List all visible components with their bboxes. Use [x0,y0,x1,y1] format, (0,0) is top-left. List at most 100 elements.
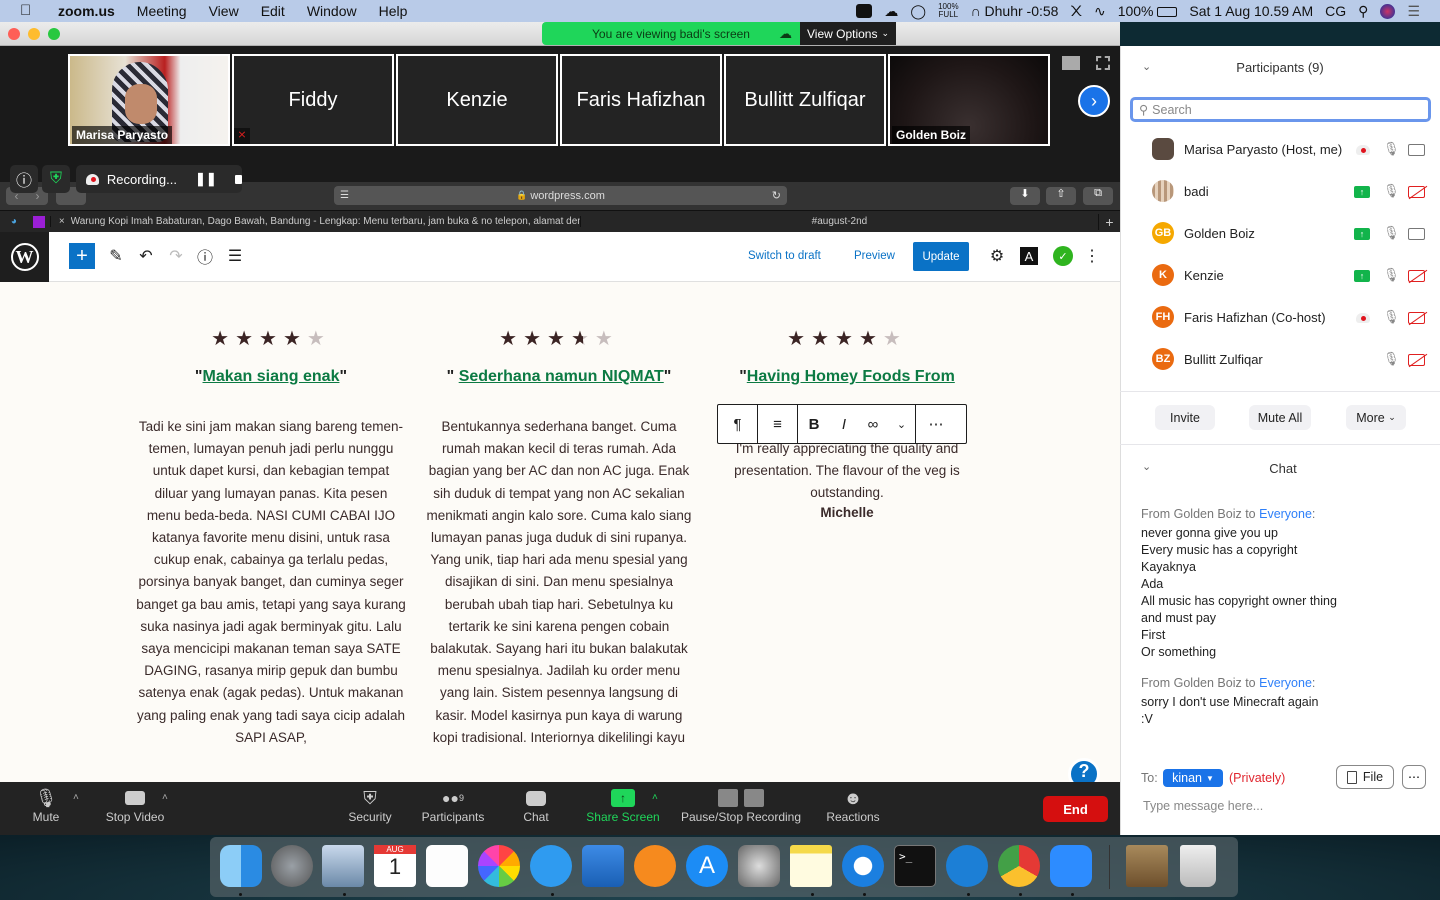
battery-app-icon[interactable]: ◯ [910,3,926,20]
review-body[interactable]: Bentukannya sederhana banget. Cuma rumah… [424,416,694,749]
menu-edit[interactable]: Edit [261,3,285,19]
redo-icon[interactable]: ↷ [166,243,186,269]
participants-button[interactable]: ●● 9 Participants [418,786,488,824]
clock[interactable]: Sat 1 Aug 10.59 AM [1189,3,1313,19]
prayer-time[interactable]: ∩ Dhuhr -0:58 [971,3,1059,19]
invite-button[interactable]: Invite [1155,405,1215,430]
edit-tool-icon[interactable]: ✎ [106,243,126,269]
menu-view[interactable]: View [209,3,239,19]
system-preferences-icon[interactable] [738,845,780,887]
downloads-icon[interactable]: ⬇ [1010,187,1040,205]
chat-button[interactable]: Chat [516,786,556,824]
tabs-overview-icon[interactable]: ⧉ [1083,187,1113,205]
chat-recipient-link[interactable]: Everyone [1259,676,1312,690]
update-button[interactable]: Update [913,242,969,271]
zoom-app-icon[interactable] [1050,845,1092,887]
file-button[interactable]: File [1336,765,1394,789]
user-initials[interactable]: CG [1325,3,1346,19]
review-body[interactable]: Tadi ke sini jam makan siang bareng teme… [136,416,406,749]
browser-tab-active[interactable]: × Warung Kopi Imah Babaturan, Dago Bawah… [49,216,580,227]
menu-window[interactable]: Window [307,3,357,19]
notification-center-icon[interactable]: ☰ [1407,3,1420,20]
participant-name[interactable]: Bullitt Zulfiqar [1184,352,1263,367]
review-author[interactable]: Michelle [712,505,982,520]
preview-button[interactable]: Preview [854,243,895,269]
share-options-chevron-icon[interactable]: ˄ [652,792,658,803]
preview-icon[interactable] [322,845,364,887]
reader-icon[interactable]: ☰ [340,190,349,201]
trash-icon[interactable] [1180,845,1216,887]
microphone-icon[interactable]: 🎙 [1383,141,1400,157]
next-page-arrow-button[interactable]: › [1078,85,1110,117]
video-camera-icon[interactable] [1408,144,1425,156]
participant-name[interactable]: Faris Hafizhan (Co-host) [1184,310,1326,325]
video-off-icon[interactable] [1408,270,1425,282]
pause-stop-recording-button[interactable]: Pause/Stop Recording [677,786,805,824]
share-icon[interactable]: ⇧ [1046,187,1076,205]
italic-button[interactable]: I [830,405,858,443]
fullscreen-icon[interactable] [1096,56,1110,70]
minimize-window-button[interactable] [28,28,40,40]
reload-icon[interactable]: ↻ [772,189,781,202]
chat-recipient-dropdown[interactable]: kinan ▼ [1163,769,1223,787]
chrome-icon[interactable] [998,845,1040,887]
list-view-icon[interactable]: ☰ [225,243,245,269]
new-tab-button[interactable]: + [1098,213,1120,230]
photos-icon[interactable] [478,845,520,887]
chat-recipient-link[interactable]: Everyone [1259,507,1312,521]
layout-toggle-icon[interactable] [1062,56,1080,70]
menu-app-name[interactable]: zoom.us [58,3,115,19]
siri-icon[interactable] [1380,3,1396,19]
review-title-link[interactable]: Having Homey Foods From [747,368,955,385]
pinned-tab-icon[interactable] [28,215,50,228]
participant-search-input[interactable]: ⚲ Search [1130,97,1431,122]
address-bar[interactable]: ☰ 🔒 wordpress.com ↻ [334,186,787,205]
more-rich-text-chevron-icon[interactable]: ⌄ [888,405,916,443]
close-window-button[interactable] [8,28,20,40]
zoom-status-icon[interactable] [856,4,873,18]
menu-help[interactable]: Help [379,3,408,19]
mute-button[interactable]: 🎙 Mute [30,786,62,825]
security-button[interactable]: ⛨ Security [342,786,398,825]
video-camera-icon[interactable] [1408,228,1425,240]
review-title-link[interactable]: Sederhana namun NIQMAT [459,368,664,385]
video-off-icon[interactable] [1408,186,1425,198]
mute-all-button[interactable]: Mute All [1249,405,1311,430]
video-tile-kenzie[interactable]: Kenzie [396,54,558,146]
terminal-icon[interactable]: >_ [894,845,936,887]
stop-video-button[interactable]: Stop Video [100,786,170,824]
pause-recording-icon[interactable]: ❚❚ [195,171,217,187]
microphone-icon[interactable]: 🎙 [1383,183,1400,199]
undo-icon[interactable]: ↶ [136,243,156,269]
chat-message-input[interactable]: Type message here... [1143,799,1423,813]
bold-button[interactable]: B [798,405,830,443]
app-store-icon[interactable]: A [686,845,728,887]
share-screen-button[interactable]: ↑ Share Screen [583,786,663,824]
cloud-upload-icon[interactable]: ☁ [884,3,898,20]
review-title-link[interactable]: Makan siang enak [203,368,340,385]
view-options-button[interactable]: View Options ⌄ [800,22,896,45]
jetpack-icon[interactable]: ✓ [1053,246,1073,266]
align-center-icon[interactable]: ≡ [758,405,798,443]
battery-status[interactable]: 100% [1118,3,1178,19]
participant-name[interactable]: Golden Boiz [1184,226,1255,241]
help-button[interactable]: ? [1068,758,1100,784]
books-icon[interactable] [634,845,676,887]
switch-to-draft-button[interactable]: Switch to draft [748,243,821,269]
more-button[interactable]: More ⌄ [1346,405,1406,430]
security-shield-icon[interactable]: ⛨ [42,165,70,193]
messages-icon[interactable] [530,845,572,887]
calendar-icon[interactable]: AUG 1 [374,845,416,887]
link-icon[interactable]: ∞ [858,405,888,443]
settings-gear-icon[interactable]: ⚙ [987,243,1007,269]
microphone-icon[interactable]: 🎙 [1383,267,1400,283]
microphone-icon[interactable]: 🎙 [1383,309,1400,325]
video-tile-marisa[interactable]: Marisa Paryasto [68,54,230,146]
video-options-chevron-icon[interactable]: ˄ [162,792,168,803]
wifi-icon[interactable]: ∿ [1094,3,1106,20]
finder-icon[interactable] [220,845,262,887]
info-icon[interactable]: ⓘ [195,243,215,269]
participant-name[interactable]: Marisa Paryasto (Host, me) [1184,142,1342,157]
reminders-icon[interactable] [426,845,468,887]
video-tile-golden-boiz[interactable]: Golden Boiz [888,54,1050,146]
